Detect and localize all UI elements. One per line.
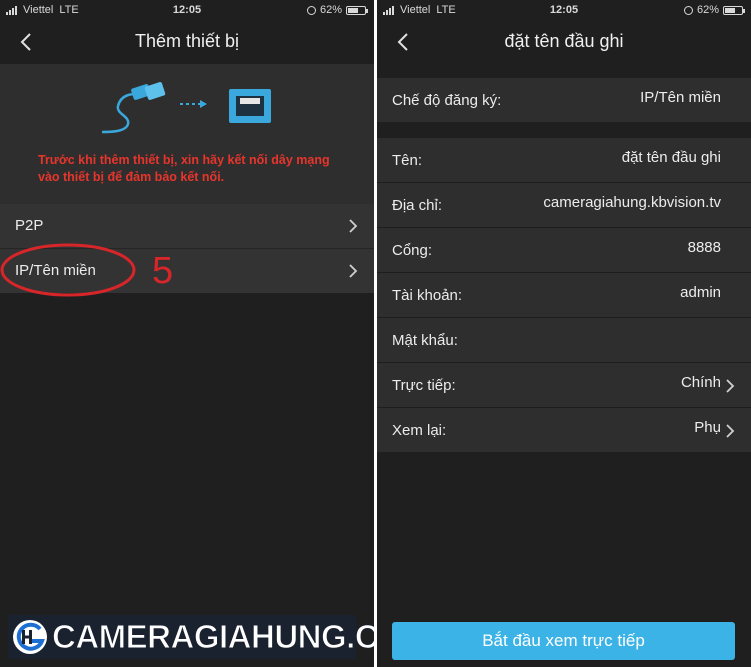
address-row[interactable]: Địa chỉ: cameragiahung.kbvision.tv — [377, 183, 751, 227]
battery-percent: 62% — [696, 4, 719, 16]
registration-mode-value: IP/Tên miền — [640, 89, 721, 106]
registration-mode-row[interactable]: Chế độ đăng ký: IP/Tên miền — [377, 78, 751, 122]
address-label: Địa chỉ: — [392, 197, 443, 214]
name-input[interactable]: đặt tên đầu ghi — [622, 149, 721, 166]
name-row[interactable]: Tên: đặt tên đầu ghi — [377, 138, 751, 182]
chevron-right-icon — [349, 219, 358, 233]
watermark: CAMERAGIAHUNG.COM — [8, 615, 374, 659]
chevron-right-icon — [726, 379, 735, 393]
start-live-view-button[interactable]: Bắt đầu xem trực tiếp — [392, 622, 735, 660]
live-stream-value: Chính — [680, 374, 721, 391]
account-label: Tài khoản: — [392, 287, 463, 304]
battery-icon — [346, 5, 368, 15]
rotation-lock-icon — [683, 5, 693, 15]
account-row[interactable]: Tài khoản: admin — [377, 273, 751, 317]
nav-bar: đặt tên đầu ghi — [377, 20, 751, 64]
annotation-step-number: 5 — [152, 250, 174, 292]
registration-mode-label: Chế độ đăng ký: — [392, 92, 502, 109]
battery-icon — [723, 5, 745, 15]
status-bar: Viettel LTE 12:05 62% — [0, 0, 374, 20]
name-label: Tên: — [392, 152, 423, 169]
page-title: đặt tên đầu ghi — [504, 31, 624, 51]
address-input[interactable]: cameragiahung.kbvision.tv — [543, 194, 721, 211]
option-p2p-label: P2P — [15, 217, 44, 234]
playback-stream-value: Phụ — [694, 419, 721, 436]
connection-illustration: Trước khi thêm thiết bị, xin hãy kết nối… — [0, 64, 374, 204]
battery-percent: 62% — [319, 4, 342, 16]
password-label: Mật khẩu: — [392, 332, 458, 349]
watermark-text: CAMERAGIAHUNG.COM — [51, 618, 374, 656]
page-title: Thêm thiết bị — [134, 31, 240, 51]
add-device-screen: Viettel LTE 12:05 62% Thêm thiết bị Trướ… — [0, 0, 374, 667]
ethernet-port-icon — [229, 89, 271, 123]
playback-stream-label: Xem lại: — [392, 422, 447, 439]
device-config-screen: Viettel LTE 12:05 62% đặt tên đầu ghi Ch… — [377, 0, 751, 667]
nav-bar: Thêm thiết bị — [0, 20, 374, 64]
chevron-right-icon — [349, 264, 358, 278]
chevron-right-icon — [726, 424, 735, 438]
live-stream-row[interactable]: Trực tiếp: Chính — [377, 363, 751, 407]
cable-warning-text: Trước khi thêm thiết bị, xin hãy kết nối… — [38, 153, 330, 184]
live-stream-label: Trực tiếp: — [392, 377, 456, 394]
port-input[interactable]: 8888 — [688, 239, 721, 256]
password-row[interactable]: Mật khẩu: — [377, 318, 751, 362]
annotation-circle — [0, 243, 136, 297]
port-row[interactable]: Cổng: 8888 — [377, 228, 751, 272]
brand-logo — [13, 620, 47, 654]
port-label: Cổng: — [392, 242, 433, 259]
account-input[interactable]: admin — [680, 284, 721, 301]
playback-stream-row[interactable]: Xem lại: Phụ — [377, 408, 751, 452]
rotation-lock-icon — [306, 5, 316, 15]
status-bar: Viettel LTE 12:05 62% — [377, 0, 751, 20]
